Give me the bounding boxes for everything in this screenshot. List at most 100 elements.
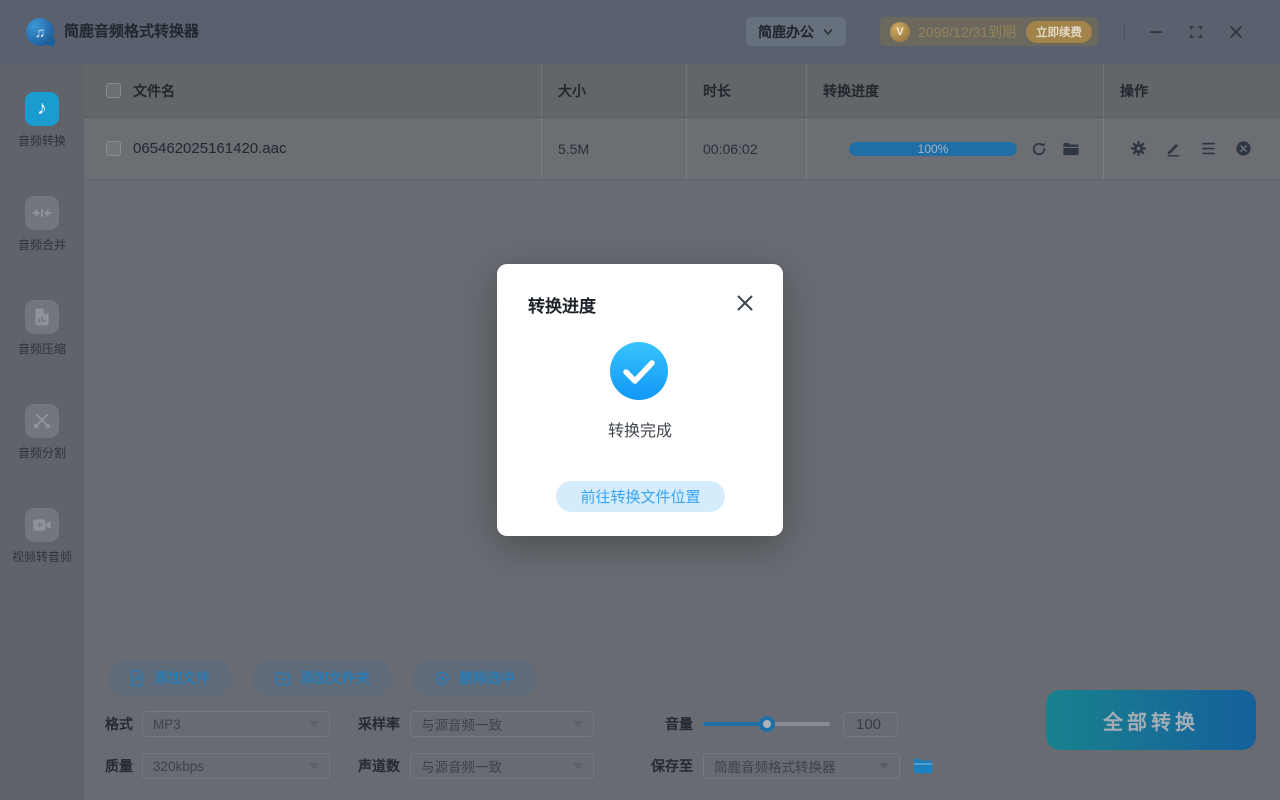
file-size: 5.5M (558, 141, 589, 157)
progress-percent: 100% (849, 142, 1017, 156)
quality-select[interactable]: 320kbps (142, 753, 330, 779)
column-header-operations: 操作 (1120, 81, 1148, 101)
maximize-icon (1188, 24, 1204, 40)
success-check-icon (610, 342, 668, 400)
delete-circle-icon (434, 670, 451, 687)
vip-badge-icon: V (890, 22, 910, 42)
save-to-select[interactable]: 简鹿音频格式转换器 (703, 753, 900, 779)
caret-down-icon (309, 721, 319, 727)
music-note-icon: ♪ (25, 92, 59, 126)
minimize-button[interactable] (1148, 24, 1164, 40)
channels-select[interactable]: 与源音频一致 (410, 753, 594, 779)
format-value: MP3 (153, 717, 181, 732)
license-expiry: 2099/12/31到期 (918, 22, 1018, 42)
delete-selected-button[interactable]: 删除选中 (412, 660, 537, 696)
sidebar-item-label: 音频压缩 (18, 340, 66, 357)
title-bar: ♫ 简鹿音频格式转换器 简鹿办公 V 2099/12/31到期 立即续费 (0, 0, 1280, 64)
sidebar-item-label: 音频转换 (18, 132, 66, 149)
format-select[interactable]: MP3 (142, 711, 330, 737)
channels-label: 声道数 (358, 753, 400, 779)
conversion-status-text: 转换完成 (497, 417, 783, 441)
maximize-button[interactable] (1188, 24, 1204, 40)
minimize-icon (1148, 24, 1164, 40)
quality-value: 320kbps (153, 759, 204, 774)
license-status: V 2099/12/31到期 立即续费 (880, 17, 1098, 46)
sample-rate-select[interactable]: 与源音频一致 (410, 711, 594, 737)
sidebar-item-label: 音频合并 (18, 236, 66, 253)
reconvert-icon[interactable] (1029, 139, 1049, 159)
sidebar-item-audio-convert[interactable]: ♪ 音频转换 (0, 92, 84, 149)
column-header-duration: 时长 (703, 81, 731, 101)
progress-bar: 100% (849, 142, 1017, 156)
caret-down-icon (309, 763, 319, 769)
file-duration: 00:06:02 (703, 141, 758, 157)
sample-rate-label: 采样率 (358, 711, 400, 737)
sample-rate-value: 与源音频一致 (421, 714, 502, 734)
add-folder-button[interactable]: 添加文件夹 (252, 660, 392, 696)
file-table: 文件名 大小 时长 转换进度 操作 065462025161420.aac 5.… (84, 64, 1280, 180)
add-file-label: 添加文件 (154, 668, 210, 688)
table-row: 065462025161420.aac 5.5M 00:06:02 100% (84, 118, 1280, 180)
workspace-dropdown[interactable]: 简鹿办公 (746, 17, 846, 46)
dialog-close-button[interactable] (736, 294, 754, 312)
scissors-icon (25, 404, 59, 438)
sidebar-item-audio-split[interactable]: 音频分割 (0, 404, 84, 461)
caret-down-icon (879, 763, 889, 769)
close-window-button[interactable] (1228, 24, 1244, 40)
column-header-size: 大小 (558, 81, 586, 101)
column-header-progress: 转换进度 (823, 81, 879, 101)
renew-button[interactable]: 立即续费 (1026, 21, 1092, 43)
app-title: 简鹿音频格式转换器 (64, 0, 199, 64)
browse-folder-button[interactable] (910, 754, 936, 780)
conversion-progress-dialog: 转换进度 转换完成 前往转换文件位置 (497, 264, 783, 536)
sidebar-item-label: 视频转音频 (12, 548, 72, 565)
folder-plus-icon (274, 670, 292, 687)
caret-down-icon (573, 763, 583, 769)
app-window: ♫ 简鹿音频格式转换器 简鹿办公 V 2099/12/31到期 立即续费 (0, 0, 1280, 800)
remove-file-icon[interactable] (1234, 139, 1254, 159)
chevron-down-icon (822, 26, 834, 38)
details-menu-icon[interactable] (1199, 139, 1219, 159)
volume-input[interactable] (843, 712, 898, 737)
quality-label: 质量 (105, 753, 133, 779)
file-actions-toolbar: 添加文件 添加文件夹 删除选中 (107, 660, 537, 696)
close-icon (736, 294, 754, 312)
app-logo-music-icon: ♫ (26, 18, 54, 46)
add-folder-label: 添加文件夹 (300, 668, 370, 688)
video-camera-icon (25, 508, 59, 542)
file-plus-icon (129, 669, 146, 687)
file-name: 065462025161420.aac (133, 140, 287, 157)
caret-down-icon (573, 721, 583, 727)
save-to-label: 保存至 (651, 753, 693, 779)
sidebar-item-audio-merge[interactable]: 音频合并 (0, 196, 84, 253)
dialog-title: 转换进度 (528, 292, 596, 317)
open-folder-icon[interactable] (1061, 139, 1081, 159)
slider-fill (703, 722, 767, 726)
compressed-file-icon (25, 300, 59, 334)
select-all-checkbox[interactable] (106, 83, 121, 98)
convert-all-button[interactable]: 全部转换 (1046, 690, 1256, 750)
table-header-row: 文件名 大小 时长 转换进度 操作 (84, 64, 1280, 118)
topbar-divider (1124, 23, 1125, 41)
sidebar-item-audio-compress[interactable]: 音频压缩 (0, 300, 84, 357)
workspace-dropdown-label: 简鹿办公 (758, 22, 814, 42)
settings-gear-icon[interactable] (1129, 139, 1149, 159)
merge-arrows-icon (25, 196, 59, 230)
edit-pencil-icon[interactable] (1164, 139, 1184, 159)
folder-icon (911, 754, 935, 778)
sidebar-item-label: 音频分割 (18, 444, 66, 461)
slider-handle[interactable] (759, 716, 775, 732)
sidebar: ♪ 音频转换 音频合并 (0, 64, 84, 800)
volume-label: 音量 (665, 711, 693, 737)
close-icon (1228, 24, 1244, 40)
delete-selected-label: 删除选中 (459, 668, 515, 688)
column-header-filename: 文件名 (133, 81, 175, 101)
format-label: 格式 (105, 711, 133, 737)
volume-slider[interactable] (703, 711, 830, 737)
add-file-button[interactable]: 添加文件 (107, 660, 232, 696)
go-to-converted-files-button[interactable]: 前往转换文件位置 (556, 481, 725, 512)
sidebar-item-video-to-audio[interactable]: 视频转音频 (0, 508, 84, 565)
channels-value: 与源音频一致 (421, 756, 502, 776)
save-to-value: 简鹿音频格式转换器 (714, 756, 836, 776)
select-checkbox[interactable] (106, 141, 121, 156)
